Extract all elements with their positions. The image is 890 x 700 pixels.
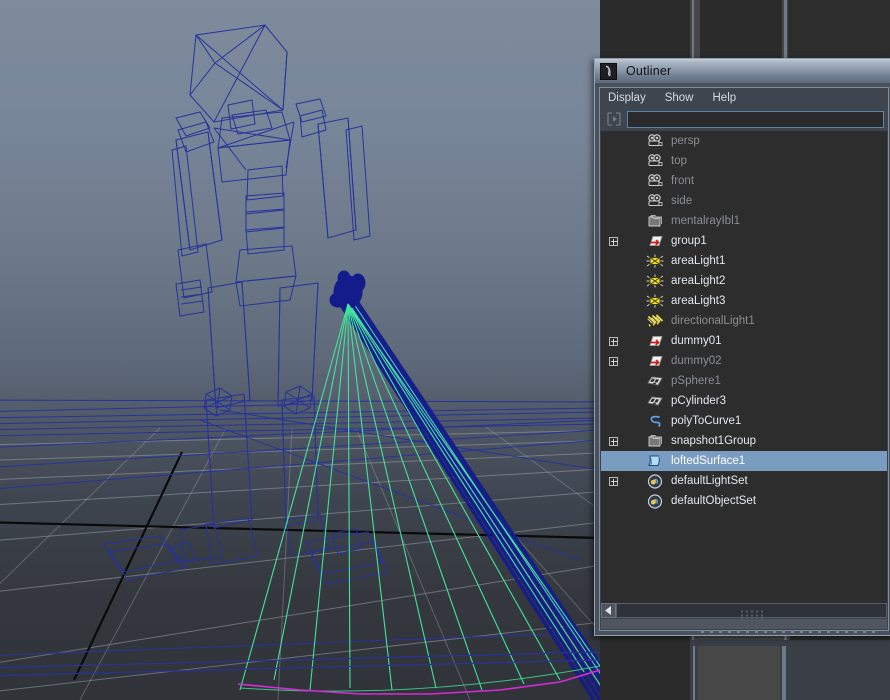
outliner-item-label: defaultLightSet xyxy=(671,475,748,487)
outliner-filter-row xyxy=(600,108,888,130)
area-light-icon xyxy=(645,273,665,289)
expand-toggle-icon[interactable] xyxy=(609,476,618,486)
outliner-row[interactable]: areaLight1 xyxy=(601,251,887,271)
arrow-left-icon[interactable] xyxy=(601,603,616,618)
selected-object-cluster xyxy=(329,270,366,309)
filter-icon[interactable] xyxy=(605,111,623,127)
camera-icon xyxy=(645,173,665,189)
menu-show[interactable]: Show xyxy=(665,92,694,104)
expand-toggle-icon[interactable] xyxy=(609,356,618,366)
perspective-viewport[interactable] xyxy=(0,0,600,700)
outliner-title: Outliner xyxy=(626,64,672,78)
outliner-item-label: loftedSurface1 xyxy=(671,455,746,467)
outliner-row[interactable]: top xyxy=(601,151,887,171)
grip-dots-icon xyxy=(740,606,763,619)
outliner-row[interactable]: directionalLight1 xyxy=(601,311,887,331)
outliner-titlebar[interactable]: Outliner xyxy=(595,59,890,83)
outliner-item-label: mentalrayIbl1 xyxy=(671,215,741,227)
outliner-item-label: group1 xyxy=(671,235,707,247)
outliner-item-label: snapshot1Group xyxy=(671,435,757,447)
outliner-row[interactable]: front xyxy=(601,171,887,191)
outliner-item-label: pSphere1 xyxy=(671,375,721,387)
lofted-surface-fan xyxy=(239,303,600,691)
outliner-item-label: areaLight2 xyxy=(671,275,726,287)
scrollbar-track[interactable] xyxy=(616,603,887,619)
surface-icon xyxy=(645,453,665,469)
outliner-item-label: front xyxy=(671,175,695,187)
camera-icon xyxy=(645,153,665,169)
outliner-item-label: pCylinder3 xyxy=(671,395,726,407)
viewport-scene xyxy=(0,24,600,700)
curve-icon xyxy=(645,413,665,429)
folder-icon xyxy=(645,213,665,229)
lofted-surface-rib xyxy=(239,665,600,692)
outliner-row[interactable]: snapshot1Group xyxy=(601,431,887,451)
outliner-row[interactable]: defaultObjectSet xyxy=(601,491,887,511)
maya-application-window: Outliner Display Show Help persp top front xyxy=(0,0,890,700)
outliner-list[interactable]: persp top front side mentalrayIbl1 group1 area… xyxy=(601,131,887,603)
horizontal-scrollbar[interactable] xyxy=(601,603,887,619)
outliner-item-label: areaLight1 xyxy=(671,255,726,267)
group-icon xyxy=(645,333,665,349)
outliner-row[interactable]: side xyxy=(601,191,887,211)
area-light-icon xyxy=(645,293,665,309)
resize-dots-icon xyxy=(701,622,881,633)
camera-icon xyxy=(645,193,665,209)
outliner-row[interactable]: dummy01 xyxy=(601,331,887,351)
group-icon xyxy=(645,233,665,249)
outliner-row[interactable]: persp xyxy=(601,131,887,151)
area-light-icon xyxy=(645,253,665,269)
outliner-row[interactable]: mentalrayIbl1 xyxy=(601,211,887,231)
expand-toggle-icon[interactable] xyxy=(609,236,618,246)
directional-light-icon xyxy=(645,313,665,329)
outliner-row[interactable]: areaLight3 xyxy=(601,291,887,311)
camera-icon xyxy=(645,133,665,149)
mesh-icon xyxy=(645,373,665,389)
outliner-item-label: polyToCurve1 xyxy=(671,415,742,427)
outliner-row[interactable]: loftedSurface1 xyxy=(601,451,887,471)
menu-help[interactable]: Help xyxy=(713,92,737,104)
expand-toggle-icon[interactable] xyxy=(609,436,618,446)
outliner-menubar: Display Show Help xyxy=(600,88,888,108)
outliner-item-label: persp xyxy=(671,135,700,147)
folder-icon xyxy=(645,433,665,449)
outliner-item-label: directionalLight1 xyxy=(671,315,755,327)
outliner-item-label: areaLight3 xyxy=(671,295,726,307)
outliner-inner: Display Show Help persp top front side menta… xyxy=(599,87,889,633)
outliner-row[interactable]: defaultLightSet xyxy=(601,471,887,491)
outliner-row[interactable]: pCylinder3 xyxy=(601,391,887,411)
outliner-item-label: side xyxy=(671,195,693,207)
outliner-row[interactable]: pSphere1 xyxy=(601,371,887,391)
bottom-construction-lines xyxy=(0,651,600,677)
group-icon xyxy=(645,353,665,369)
outliner-row[interactable]: areaLight2 xyxy=(601,271,887,291)
outliner-row[interactable]: dummy02 xyxy=(601,351,887,371)
outliner-item-label: dummy01 xyxy=(671,335,722,347)
outliner-item-label: top xyxy=(671,155,687,167)
mesh-icon xyxy=(645,393,665,409)
window-resize-grip[interactable] xyxy=(601,619,887,633)
maya-outliner-icon xyxy=(600,62,617,80)
menu-display[interactable]: Display xyxy=(608,92,646,104)
set-icon xyxy=(645,473,665,489)
outliner-row[interactable]: group1 xyxy=(601,231,887,251)
search-input[interactable] xyxy=(627,110,884,128)
outliner-item-label: defaultObjectSet xyxy=(671,495,757,507)
outliner-item-label: dummy02 xyxy=(671,355,722,367)
outliner-row[interactable]: polyToCurve1 xyxy=(601,411,887,431)
set-icon xyxy=(645,493,665,509)
outliner-window[interactable]: Outliner Display Show Help persp top front xyxy=(594,58,890,636)
expand-toggle-icon[interactable] xyxy=(609,336,618,346)
